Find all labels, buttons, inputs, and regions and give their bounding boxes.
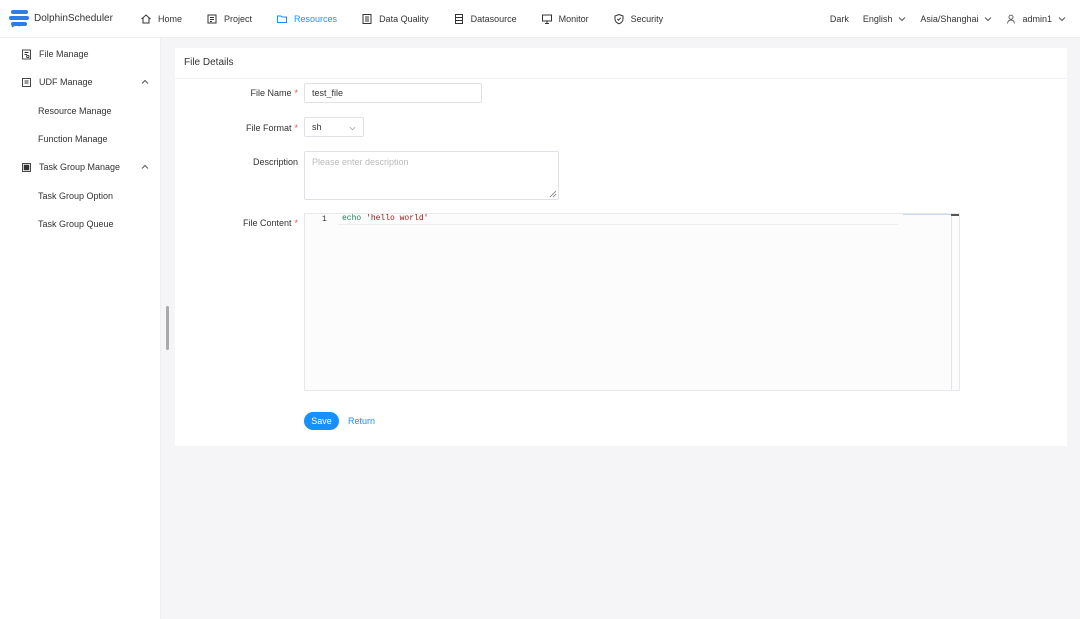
label-text: File Format xyxy=(245,123,292,133)
username: admin1 xyxy=(1022,14,1052,24)
file-format-label: File Format * xyxy=(178,123,298,133)
nav-label: Resources xyxy=(294,13,338,24)
sidebar-item-label: File Manage xyxy=(39,49,89,59)
description-textarea[interactable] xyxy=(304,151,559,200)
sidebar-item-label: Resource Manage xyxy=(38,106,112,116)
file-name-input[interactable] xyxy=(304,83,482,103)
nav-label: Data Quality xyxy=(379,13,429,24)
user-dropdown[interactable]: admin1 xyxy=(1006,14,1066,24)
sidebar-item-label: Function Manage xyxy=(38,134,108,144)
file-format-select[interactable]: sh xyxy=(304,117,364,137)
required-mark: * xyxy=(294,218,298,228)
nav-resources[interactable]: Resources xyxy=(276,0,337,38)
dolphinscheduler-logo-icon xyxy=(9,9,29,28)
card-title: File Details xyxy=(184,57,234,68)
nav-data-quality[interactable]: Data Quality xyxy=(361,0,429,38)
nav-security[interactable]: Security xyxy=(613,0,664,38)
nav-label: Project xyxy=(224,13,253,24)
sidebar-item-label: UDF Manage xyxy=(39,77,93,87)
required-mark: * xyxy=(294,123,298,133)
nav-datasource[interactable]: Datasource xyxy=(453,0,517,38)
file-name-label: File Name * xyxy=(178,88,298,98)
line-number: 1 xyxy=(322,215,327,224)
editor-highlight xyxy=(903,214,951,215)
home-icon xyxy=(141,13,151,23)
header-right: Dark English Asia/Shanghai admin1 xyxy=(816,0,1066,38)
selected-value: sh xyxy=(312,122,322,132)
sidebar-item-file-manage[interactable]: File Manage xyxy=(0,44,160,64)
code-keyword: echo xyxy=(342,214,362,223)
editor-scrollbar[interactable] xyxy=(951,214,959,390)
monitor-icon xyxy=(541,14,552,24)
sidebar: File Manage UDF Manage Resource Manage F… xyxy=(0,38,161,619)
chevron-up-icon xyxy=(141,164,149,169)
project-icon xyxy=(207,14,217,23)
code-line[interactable]: echo 'hello world' xyxy=(338,214,898,225)
sidebar-item-udf-manage[interactable]: UDF Manage xyxy=(0,72,160,92)
sidebar-item-task-group-manage[interactable]: Task Group Manage xyxy=(0,157,160,177)
chevron-down-icon xyxy=(349,126,356,131)
sidebar-item-label: Task Group Option xyxy=(38,191,114,201)
editor-scroll-indicator xyxy=(951,214,959,216)
sidebar-item-task-group-option[interactable]: Task Group Option xyxy=(0,186,160,206)
divider xyxy=(175,78,1067,79)
label-text: File Name xyxy=(250,88,292,98)
folder-icon xyxy=(277,15,288,23)
nav-label: Datasource xyxy=(470,13,517,24)
description-label: Description xyxy=(178,157,298,167)
chevron-down-icon xyxy=(1058,17,1066,22)
nav-home[interactable]: Home xyxy=(140,0,182,38)
task-group-icon xyxy=(22,162,31,172)
sidebar-resize-handle[interactable] xyxy=(166,306,169,350)
code-editor[interactable]: 1 echo 'hello world' xyxy=(304,213,960,391)
nav-label: Monitor xyxy=(558,13,589,24)
save-button[interactable]: Save xyxy=(304,412,339,430)
shield-icon xyxy=(614,13,624,24)
timezone-label: Asia/Shanghai xyxy=(920,14,979,24)
nav-label: Home xyxy=(158,13,183,24)
editor-gutter: 1 xyxy=(305,214,335,390)
sidebar-item-resource-manage[interactable]: Resource Manage xyxy=(0,101,160,121)
theme-toggle[interactable]: Dark xyxy=(830,14,849,24)
code-string: 'hello world' xyxy=(366,214,429,223)
chevron-down-icon xyxy=(899,17,906,22)
top-navbar: DolphinScheduler Home Project Resources … xyxy=(0,0,1080,38)
chevron-down-icon xyxy=(985,17,992,22)
nav-label: Security xyxy=(630,13,664,24)
file-manage-icon xyxy=(22,49,31,59)
return-link[interactable]: Return xyxy=(348,412,375,430)
sidebar-item-label: Task Group Manage xyxy=(39,162,121,172)
main-nav: Home Project Resources Data Quality Data… xyxy=(140,0,687,38)
label-text: File Content xyxy=(242,218,292,228)
sidebar-item-task-group-queue[interactable]: Task Group Queue xyxy=(0,214,160,234)
theme-label: Dark xyxy=(829,14,849,24)
sidebar-item-function-manage[interactable]: Function Manage xyxy=(0,129,160,149)
app-name: DolphinScheduler xyxy=(34,13,113,24)
udf-icon xyxy=(22,77,31,87)
nav-monitor[interactable]: Monitor xyxy=(541,0,589,38)
logo[interactable]: DolphinScheduler xyxy=(8,9,126,29)
file-content-label: File Content * xyxy=(178,218,298,228)
chevron-up-icon xyxy=(141,79,149,84)
language-label: English xyxy=(862,14,893,24)
language-dropdown[interactable]: English xyxy=(863,14,907,24)
datasource-icon xyxy=(454,13,463,24)
nav-project[interactable]: Project xyxy=(206,0,252,38)
user-icon xyxy=(1007,14,1016,24)
label-text: Description xyxy=(252,157,298,167)
required-mark: * xyxy=(294,88,298,98)
timezone-dropdown[interactable]: Asia/Shanghai xyxy=(920,14,992,24)
sidebar-item-label: Task Group Queue xyxy=(38,219,114,229)
resize-handle-icon[interactable] xyxy=(549,190,557,198)
data-quality-icon xyxy=(362,13,372,24)
